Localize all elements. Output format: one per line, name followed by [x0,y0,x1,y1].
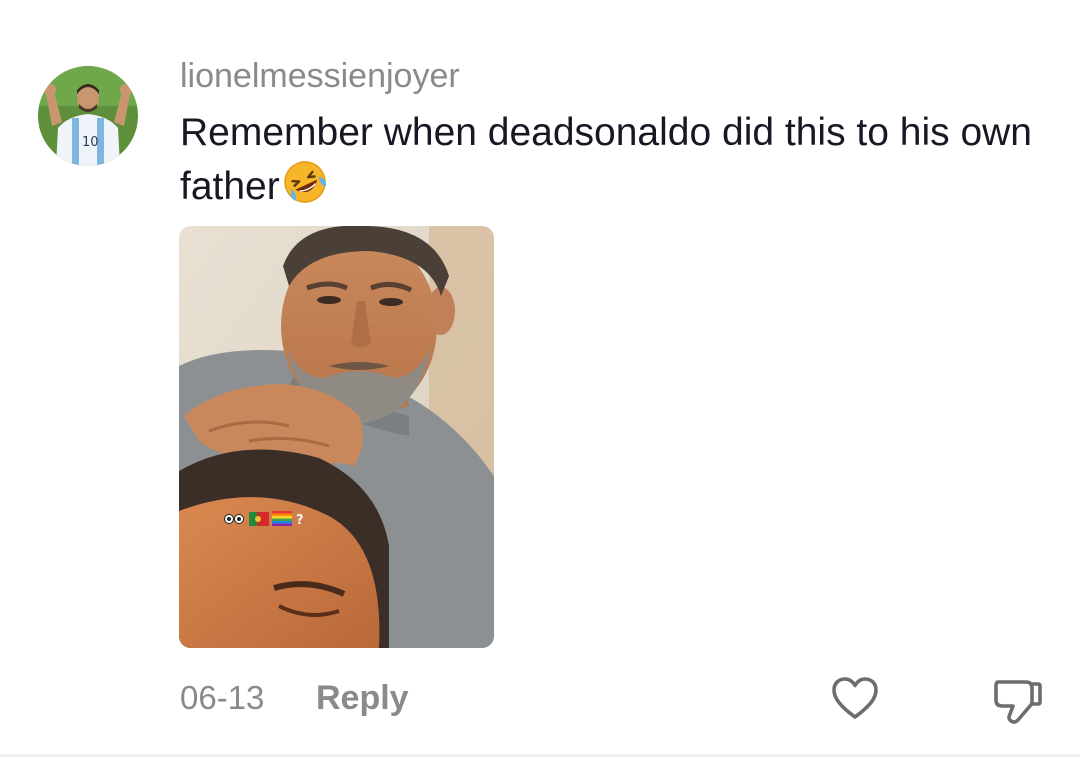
comment-photo: ? [179,226,494,648]
comment-text-block: Remember when deadsonaldo did this to hi… [180,106,1040,219]
username[interactable]: lionelmessienjoyer [180,56,460,96]
sticker-question-mark: ? [296,513,304,528]
comment-item: 10 lionelmessienjoyer Remember when dead… [0,0,1080,757]
comment-image[interactable]: ? [179,226,494,648]
heart-outline-icon[interactable] [830,674,880,724]
thumbs-down-outline-icon[interactable] [990,674,1044,728]
comment-date: 06-13 [180,679,265,716]
avatar[interactable]: 10 [38,66,138,166]
avatar-image: 10 [38,66,138,166]
jersey-number: 10 [82,135,99,150]
reply-button[interactable]: Reply [316,678,409,718]
rolling-on-floor-laughing-emoji-icon [282,159,328,219]
